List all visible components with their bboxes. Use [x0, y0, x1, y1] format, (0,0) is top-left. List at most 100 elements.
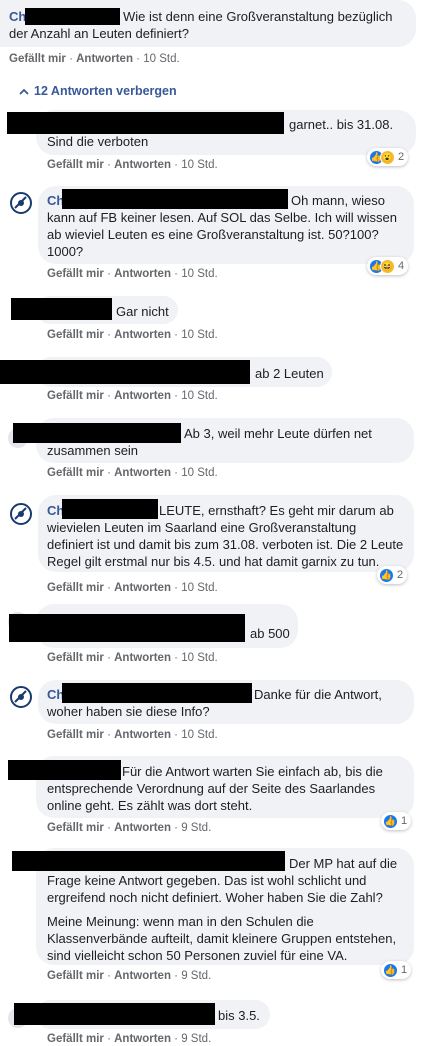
like-link[interactable]: Gefällt mir [47, 652, 104, 664]
reply-actions: Gefällt mir · Antworten · 10 Std. [47, 268, 218, 280]
reaction-summary[interactable]: 👍 😆 4 [367, 257, 409, 275]
reply-actions: Gefällt mir · Antworten · 9 Std. [47, 1033, 212, 1045]
reply-text: LEUTE, ernsthaft? Es geht mir darum ab [159, 503, 394, 518]
timestamp[interactable]: 10 Std. [181, 652, 217, 664]
reply-link[interactable]: Antworten [114, 582, 171, 594]
reaction-count: 4 [398, 260, 405, 272]
reply-text: kann auf FB keiner lesen. Auf SOL das Se… [47, 210, 397, 225]
reply-link[interactable]: Antworten [114, 467, 171, 479]
redacted-name [11, 298, 112, 320]
reply-actions: Gefällt mir · Antworten · 10 Std. [47, 467, 218, 479]
reply-text: wievielen Leuten im Saarland eine Großve… [47, 520, 357, 535]
timestamp[interactable]: 10 Std. [181, 159, 217, 171]
timestamp[interactable]: 9 Std. [181, 1033, 211, 1045]
like-link[interactable]: Gefällt mir [47, 268, 104, 280]
reply-text: Regel gilt erstmal nur bis 4.5. und hat … [47, 554, 380, 569]
timestamp[interactable]: 10 Std. [181, 467, 217, 479]
reply-actions: Gefällt mir · Antworten · 9 Std. [47, 822, 212, 834]
avatar[interactable] [10, 686, 32, 708]
reply-actions: Gefällt mir · Antworten · 10 Std. [47, 329, 218, 341]
reply-link[interactable]: Antworten [114, 268, 171, 280]
reply-text: Meine Meinung: wenn man in den Schulen d… [47, 914, 314, 929]
reply-text: Danke für die Antwort, [254, 687, 382, 702]
reply-text: Oh mann, wieso [291, 193, 385, 208]
reply-text: Frage keine Antwort gegeben. Das ist woh… [47, 873, 367, 888]
reply-link[interactable]: Antworten [114, 390, 171, 402]
reply-link[interactable]: Antworten [114, 329, 171, 341]
redacted-name [7, 112, 284, 134]
redacted-name [13, 423, 181, 443]
reaction-summary[interactable]: 👍 1 [381, 812, 412, 830]
like-link[interactable]: Gefällt mir [47, 970, 104, 982]
like-link[interactable]: Gefällt mir [47, 1033, 104, 1045]
timestamp[interactable]: 10 Std. [181, 329, 217, 341]
redacted-name [14, 1003, 215, 1025]
reply-text: online geht. Es zählt was dort steht. [47, 798, 253, 813]
timestamp[interactable]: 9 Std. [181, 970, 211, 982]
timestamp[interactable]: 10 Std. [143, 53, 179, 65]
avatar[interactable] [10, 503, 32, 525]
reaction-count: 2 [397, 569, 404, 581]
redacted-name [62, 189, 288, 209]
like-link[interactable]: Gefällt mir [47, 467, 104, 479]
redacted-name [8, 760, 121, 780]
reply-link[interactable]: Antworten [114, 652, 171, 664]
like-icon: 👍 [383, 962, 398, 978]
reply-text: bis 3.5. [218, 1008, 260, 1023]
reply-text: sind vielleicht schon 50 Personen zuviel… [47, 948, 348, 963]
reply-link[interactable]: Antworten [114, 970, 171, 982]
reply-text: ergreifend noch nicht definiert. Woher h… [47, 890, 383, 905]
redacted-name [0, 360, 250, 384]
like-link[interactable]: Gefällt mir [47, 822, 104, 834]
reaction-summary[interactable]: 👍 😮 2 [367, 148, 409, 166]
reply-link[interactable]: Antworten [76, 53, 133, 65]
timestamp[interactable]: 10 Std. [181, 729, 217, 741]
reply-text: entsprechende Verordnung auf der Seite d… [47, 781, 376, 796]
redacted-name [9, 614, 245, 642]
reaction-summary[interactable]: 👍 1 [381, 961, 412, 979]
reply-text: 1000? [47, 244, 84, 259]
reaction-summary[interactable]: 👍 2 [377, 566, 408, 584]
wow-icon: 😮 [380, 149, 395, 165]
reply-text: Gar nicht [116, 304, 169, 319]
chevron-up-icon [19, 84, 29, 98]
reply-text: Sind die verboten [47, 134, 149, 149]
comment-actions: Gefällt mir · Antworten · 10 Std. [9, 53, 180, 65]
reply-text: Ab 3, weil mehr Leute dürfen net [184, 426, 372, 441]
like-link[interactable]: Gefällt mir [9, 53, 66, 65]
haha-icon: 😆 [380, 258, 395, 274]
reply-link[interactable]: Antworten [114, 729, 171, 741]
avatar[interactable] [10, 192, 32, 214]
reply-text: Für die Antwort warten Sie einfach ab, b… [122, 764, 383, 779]
like-link[interactable]: Gefällt mir [47, 329, 104, 341]
reaction-count: 2 [398, 151, 405, 163]
reply-text: garnet.. bis 31.08. [289, 117, 394, 132]
reply-text: woher haben sie diese Info? [47, 704, 210, 719]
timestamp[interactable]: 9 Std. [181, 822, 211, 834]
hide-replies-toggle[interactable]: 12 Antworten verbergen [19, 84, 177, 98]
reply-text: Klassenverbände aufteilt, damit kleinere… [47, 931, 397, 946]
reply-text: ab wieviel Leuten es eine Großveranstalt… [47, 227, 379, 242]
redacted-name [25, 8, 120, 25]
reply-actions: Gefällt mir · Antworten · 10 Std. [47, 652, 218, 664]
timestamp[interactable]: 10 Std. [181, 582, 217, 594]
like-icon: 👍 [383, 813, 398, 829]
reaction-count: 1 [401, 815, 408, 827]
timestamp[interactable]: 10 Std. [181, 268, 217, 280]
redacted-name [62, 499, 158, 519]
comment-text: der Anzahl an Leuten definiert? [9, 26, 189, 41]
reply-text: ab 500 [250, 626, 290, 641]
timestamp[interactable]: 10 Std. [181, 390, 217, 402]
redacted-name [12, 851, 285, 871]
like-link[interactable]: Gefällt mir [47, 582, 104, 594]
like-link[interactable]: Gefällt mir [47, 159, 104, 171]
reply-link[interactable]: Antworten [114, 822, 171, 834]
reply-link[interactable]: Antworten [114, 159, 171, 171]
like-link[interactable]: Gefällt mir [47, 729, 104, 741]
like-link[interactable]: Gefällt mir [47, 390, 104, 402]
comment-author[interactable]: Ch [9, 8, 26, 25]
reply-actions: Gefällt mir · Antworten · 10 Std. [47, 390, 218, 402]
reply-text: zusammen sein [47, 443, 139, 458]
reply-link[interactable]: Antworten [114, 1033, 171, 1045]
reply-text: definiert ist und damit bis zum 31.08. v… [47, 537, 404, 552]
